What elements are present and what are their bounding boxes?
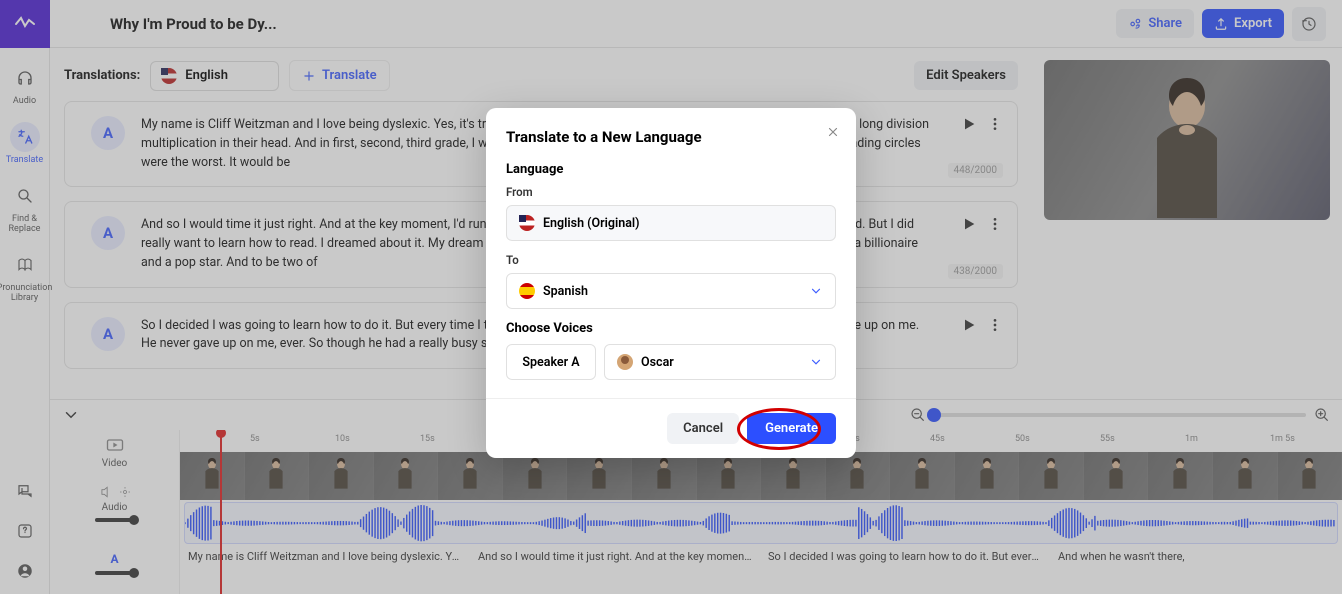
- us-flag-icon: [519, 215, 535, 231]
- close-icon[interactable]: [826, 124, 840, 143]
- to-language-select[interactable]: Spanish: [506, 273, 836, 309]
- chevron-down-icon: [809, 355, 823, 369]
- language-section-heading: Language: [506, 162, 836, 177]
- voice-value: Oscar: [641, 355, 674, 370]
- voices-section-heading: Choose Voices: [506, 321, 836, 336]
- from-language-field: English (Original): [506, 205, 836, 241]
- voice-avatar-icon: [617, 354, 633, 370]
- to-label: To: [506, 253, 836, 267]
- cancel-label: Cancel: [683, 421, 723, 436]
- voice-select[interactable]: Oscar: [604, 344, 836, 380]
- generate-label: Generate: [765, 421, 818, 436]
- to-language-value: Spanish: [543, 284, 588, 299]
- from-label: From: [506, 185, 836, 199]
- speaker-value: Speaker A: [522, 355, 579, 370]
- generate-button[interactable]: Generate: [747, 413, 836, 444]
- modal-title: Translate to a New Language: [506, 128, 836, 146]
- from-language-value: English (Original): [543, 216, 640, 231]
- cancel-button[interactable]: Cancel: [667, 413, 739, 444]
- chevron-down-icon: [809, 284, 823, 298]
- translate-modal: Translate to a New Language Language Fro…: [486, 108, 856, 458]
- modal-overlay[interactable]: Translate to a New Language Language Fro…: [0, 0, 1342, 594]
- speaker-field: Speaker A: [506, 344, 596, 380]
- es-flag-icon: [519, 283, 535, 299]
